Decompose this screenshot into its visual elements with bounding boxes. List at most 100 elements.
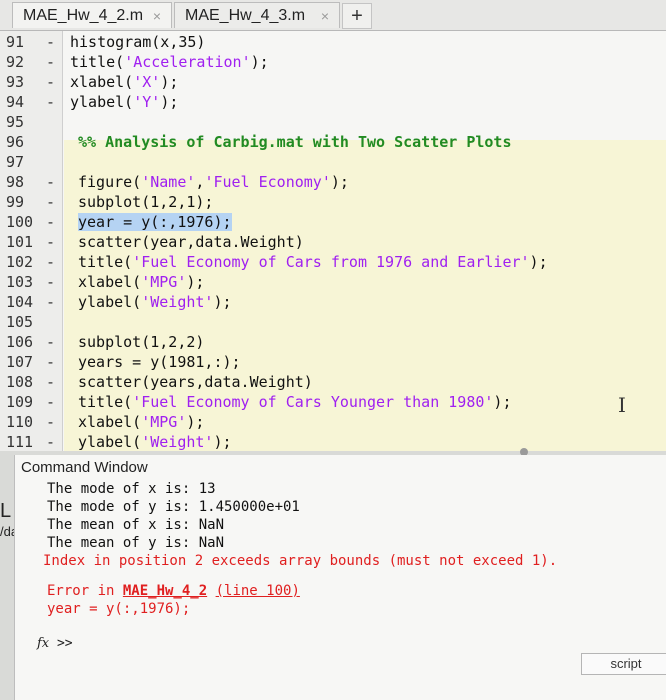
fx-icon[interactable]: fx xyxy=(37,636,49,651)
left-panel-fragment: L xyxy=(0,500,12,522)
code-line[interactable]: 101- scatter(year,data.Weight) xyxy=(0,232,666,252)
breakpoint-marker[interactable]: - xyxy=(46,192,55,212)
command-window[interactable]: Command Window The mode of x is: 13 The … xyxy=(14,455,666,700)
code-line[interactable]: 104- ylabel('Weight'); xyxy=(0,292,666,312)
line-number: 107 xyxy=(6,353,34,371)
command-prompt[interactable]: fx >> xyxy=(37,636,73,651)
breakpoint-marker[interactable]: - xyxy=(46,232,55,252)
code-text: ylabel('Y'); xyxy=(70,93,179,111)
code-text: xlabel('MPG'); xyxy=(78,413,205,431)
code-line[interactable]: 108- scatter(years,data.Weight) xyxy=(0,372,666,392)
tab-mae-hw-4-2[interactable]: MAE_Hw_4_2.m × xyxy=(12,2,172,28)
breakpoint-marker[interactable]: - xyxy=(46,252,55,272)
line-number: 108 xyxy=(6,373,34,391)
line-number: 104 xyxy=(6,293,34,311)
line-number: 95 xyxy=(6,113,25,131)
code-text: subplot(1,2,2) xyxy=(78,333,205,351)
line-number: 93 xyxy=(6,73,25,91)
line-number: 91 xyxy=(6,33,25,51)
code-line[interactable]: 107- years = y(1981,:); xyxy=(0,352,666,372)
code-line[interactable]: 94 - ylabel('Y'); xyxy=(0,92,666,112)
line-number: 98 xyxy=(6,173,25,191)
breakpoint-marker[interactable]: - xyxy=(46,352,55,372)
breakpoint-marker[interactable]: - xyxy=(46,412,55,432)
code-text: title('Fuel Economy of Cars Younger than… xyxy=(78,393,512,411)
code-line[interactable]: 103- xlabel('MPG'); xyxy=(0,272,666,292)
line-number: 102 xyxy=(6,253,34,271)
code-line[interactable]: 95 xyxy=(0,112,666,132)
code-line[interactable]: 97 xyxy=(0,152,666,172)
command-window-title: Command Window xyxy=(21,459,148,476)
error-location: Error in MAE_Hw_4_2 (line 100) xyxy=(47,582,300,600)
error-file-link[interactable]: MAE_Hw_4_2 xyxy=(123,583,207,599)
line-number: 110 xyxy=(6,413,34,431)
code-line[interactable]: 91 - histogram(x,35) xyxy=(0,32,666,52)
code-text: scatter(years,data.Weight) xyxy=(78,373,313,391)
code-text: xlabel('MPG'); xyxy=(78,273,205,291)
line-number: 94 xyxy=(6,93,25,111)
line-number: 109 xyxy=(6,393,34,411)
output-line: The mode of x is: 13 xyxy=(47,481,216,497)
selected-text: year = y(:,1976); xyxy=(78,213,232,231)
text-cursor-icon: I xyxy=(618,393,626,417)
code-editor[interactable]: 91- histogram(x,35) 92- title('Acceleration… xyxy=(0,31,666,451)
close-tab-icon[interactable]: × xyxy=(153,3,161,29)
new-tab-button[interactable]: + xyxy=(342,3,372,29)
breakpoint-marker[interactable]: - xyxy=(46,292,55,312)
line-number: 103 xyxy=(6,273,34,291)
code-line[interactable]: 110- xlabel('MPG'); xyxy=(0,412,666,432)
breakpoint-marker[interactable]: - xyxy=(46,52,55,72)
breakpoint-marker[interactable]: - xyxy=(46,372,55,392)
code-text: subplot(1,2,1); xyxy=(78,193,214,211)
line-number: 101 xyxy=(6,233,34,251)
line-number: 106 xyxy=(6,333,34,351)
code-text: histogram(x,35) xyxy=(70,33,206,51)
tab-label: MAE_Hw_4_2.m xyxy=(23,7,144,24)
tab-label: MAE_Hw_4_3.m xyxy=(185,7,306,24)
script-button[interactable]: script xyxy=(581,653,666,675)
code-text: scatter(year,data.Weight) xyxy=(78,233,304,251)
error-code: year = y(:,1976); xyxy=(47,601,191,617)
line-number: 99 xyxy=(6,193,25,211)
close-tab-icon[interactable]: × xyxy=(321,3,329,29)
output-line: The mean of x is: NaN xyxy=(47,517,225,533)
code-text: ylabel('Weight'); xyxy=(78,433,232,451)
code-line[interactable]: 102- title('Fuel Economy of Cars from 197… xyxy=(0,252,666,272)
output-line: The mean of y is: NaN xyxy=(47,535,225,551)
code-text: years = y(1981,:); xyxy=(78,353,241,371)
line-number: 97 xyxy=(6,153,25,171)
error-line-link[interactable]: (line 100) xyxy=(216,583,300,599)
breakpoint-marker[interactable]: - xyxy=(46,392,55,412)
code-line[interactable]: 99 - subplot(1,2,1); xyxy=(0,192,666,212)
line-number: 105 xyxy=(6,313,34,331)
code-line[interactable]: 96 %% Analysis of Carbig.mat with Two Sca… xyxy=(0,132,666,152)
code-text: year = y(:,1976); xyxy=(78,212,232,232)
code-line[interactable]: 98 - figure('Name','Fuel Economy'); xyxy=(0,172,666,192)
prompt-symbol: >> xyxy=(56,636,73,651)
code-line[interactable]: 105 xyxy=(0,312,666,332)
line-number: 111 xyxy=(6,433,34,451)
breakpoint-marker[interactable]: - xyxy=(46,72,55,92)
code-line[interactable]: 109- title('Fuel Economy of Cars Younger … xyxy=(0,392,666,412)
code-line[interactable]: 111- ylabel('Weight'); xyxy=(0,432,666,452)
code-line[interactable]: 106- subplot(1,2,2) xyxy=(0,332,666,352)
line-number: 100 xyxy=(6,213,34,231)
breakpoint-marker[interactable]: - xyxy=(46,332,55,352)
error-prefix: Error in xyxy=(47,583,123,599)
code-text: figure('Name','Fuel Economy'); xyxy=(78,173,349,191)
breakpoint-marker[interactable]: - xyxy=(46,272,55,292)
breakpoint-marker[interactable]: - xyxy=(46,172,55,192)
code-text: xlabel('X'); xyxy=(70,73,179,91)
breakpoint-marker[interactable]: - xyxy=(46,432,55,452)
code-text: title('Fuel Economy of Cars from 1976 an… xyxy=(78,253,548,271)
line-number: 92 xyxy=(6,53,25,71)
breakpoint-marker[interactable]: - xyxy=(46,32,55,52)
code-line[interactable]: 92 - title('Acceleration'); xyxy=(0,52,666,72)
output-line: The mode of y is: 1.450000e+01 xyxy=(47,499,300,515)
tab-mae-hw-4-3[interactable]: MAE_Hw_4_3.m × xyxy=(174,2,340,28)
code-line[interactable]: 93 - xlabel('X'); xyxy=(0,72,666,92)
code-line[interactable]: 100- year = y(:,1976); xyxy=(0,212,666,232)
breakpoint-marker[interactable]: - xyxy=(46,212,55,232)
code-text: ylabel('Weight'); xyxy=(78,293,232,311)
breakpoint-marker[interactable]: - xyxy=(46,92,55,112)
